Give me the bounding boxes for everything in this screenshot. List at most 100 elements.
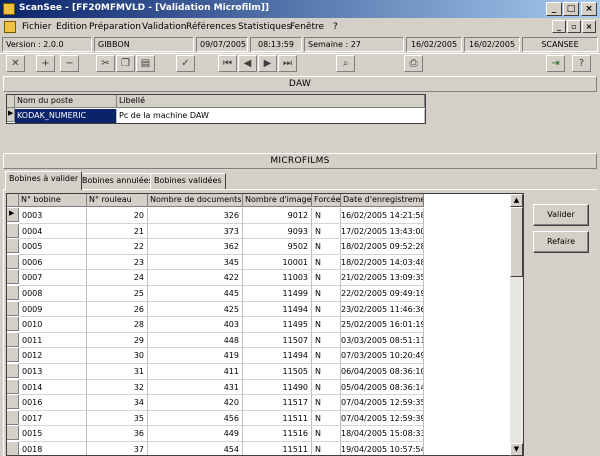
row-indicator[interactable] [7, 395, 19, 410]
table-cell[interactable]: 373 [148, 223, 243, 240]
table-cell[interactable]: 362 [148, 239, 243, 255]
row-indicator[interactable] [7, 364, 19, 378]
row-indicator[interactable] [7, 410, 19, 425]
tab-bobines-a-valider[interactable]: Bobines à valider [5, 171, 83, 190]
table-cell[interactable]: 9093 [243, 223, 312, 240]
scroll-down-icon[interactable]: ▼ [510, 443, 523, 456]
table-cell[interactable]: 456 [148, 410, 243, 427]
table-cell[interactable]: 0006 [19, 254, 87, 271]
table-cell[interactable]: 11494 [243, 301, 312, 318]
table-cell[interactable]: 0013 [19, 364, 87, 380]
prev-icon[interactable]: ◀ [238, 55, 257, 72]
scroll-thumb[interactable] [510, 207, 523, 277]
table-cell[interactable]: N [312, 442, 341, 455]
table-cell[interactable]: 0015 [19, 426, 87, 442]
table-cell[interactable]: 445 [148, 286, 243, 302]
row-indicator[interactable] [7, 223, 19, 238]
help-icon[interactable]: ? [572, 55, 591, 72]
table-cell[interactable]: 0012 [19, 348, 87, 364]
table-cell[interactable]: 403 [148, 317, 243, 333]
maximize-button[interactable]: □ [563, 2, 579, 16]
table-cell[interactable]: 21 [87, 223, 148, 240]
search-icon[interactable]: ⌕ [336, 55, 355, 72]
table-cell[interactable]: 19/04/2005 10:57:54 [341, 442, 424, 455]
table-cell[interactable]: 18/02/2005 14:03:48 [341, 254, 424, 271]
menu-fichier[interactable]: Fichier [22, 22, 51, 32]
mdi-minimize-button[interactable]: _ [552, 20, 566, 33]
add-icon[interactable]: + [36, 55, 55, 72]
row-indicator[interactable] [7, 332, 19, 347]
table-cell[interactable]: 18/02/2005 09:52:28 [341, 239, 424, 255]
table-cell[interactable]: 25/02/2005 16:01:19 [341, 317, 424, 333]
table-cell[interactable]: 07/04/2005 12:59:35 [341, 395, 424, 411]
row-indicator[interactable] [7, 239, 19, 254]
table-cell[interactable]: 31 [87, 364, 148, 380]
vertical-scrollbar[interactable]: ▲ ▼ [510, 194, 523, 456]
table-cell[interactable]: 411 [148, 364, 243, 380]
close-button[interactable]: × [581, 2, 597, 16]
table-cell[interactable]: 23 [87, 254, 148, 271]
table-cell[interactable]: 11516 [243, 426, 312, 442]
row-indicator[interactable] [7, 442, 19, 455]
row-indicator[interactable]: ▶ [7, 208, 19, 222]
table-cell[interactable]: 0007 [19, 270, 87, 286]
document-icon[interactable] [4, 21, 16, 33]
table-cell[interactable]: N [312, 364, 341, 380]
table-cell[interactable]: 32 [87, 379, 148, 396]
table-cell[interactable]: 37 [87, 442, 148, 455]
table-cell[interactable]: 11495 [243, 317, 312, 333]
check-icon[interactable]: ✓ [176, 55, 195, 72]
row-indicator[interactable] [7, 254, 19, 269]
remove-icon[interactable]: − [60, 55, 79, 72]
table-cell[interactable]: 0008 [19, 286, 87, 302]
table-cell[interactable]: 36 [87, 426, 148, 442]
menu-statistiques[interactable]: Statistiques [238, 22, 291, 32]
table-cell[interactable]: 11517 [243, 395, 312, 411]
column-header[interactable]: Nombre d'images [243, 194, 312, 207]
table-cell[interactable]: 05/04/2005 08:36:14 [341, 379, 424, 396]
column-header[interactable]: Nombre de documents [148, 194, 243, 207]
table-cell[interactable]: 10001 [243, 254, 312, 271]
table-cell[interactable]: N [312, 223, 341, 240]
table-cell[interactable]: N [312, 426, 341, 442]
table-cell[interactable]: 11499 [243, 286, 312, 302]
row-indicator[interactable] [7, 286, 19, 300]
first-icon[interactable]: ⏮ [218, 55, 237, 72]
table-cell[interactable]: KODAK_NUMERIC [15, 109, 117, 123]
table-cell[interactable]: 326 [148, 208, 243, 224]
scroll-up-icon[interactable]: ▲ [510, 194, 523, 207]
table-cell[interactable]: 11494 [243, 348, 312, 364]
table-cell[interactable]: 23/02/2005 11:46:36 [341, 301, 424, 318]
table-cell[interactable]: 35 [87, 410, 148, 427]
table-cell[interactable]: 24 [87, 270, 148, 286]
table-cell[interactable]: 06/04/2005 08:36:10 [341, 364, 424, 380]
menu-edition[interactable]: Edition [56, 22, 87, 32]
menu-help[interactable]: ? [333, 22, 338, 32]
table-cell[interactable]: 11490 [243, 379, 312, 396]
table-cell[interactable]: 07/03/2005 10:20:49 [341, 348, 424, 364]
table-cell[interactable]: 20 [87, 208, 148, 224]
table-cell[interactable]: N [312, 270, 341, 286]
table-cell[interactable]: 0009 [19, 301, 87, 318]
column-header[interactable]: Libellé [117, 95, 425, 108]
table-cell[interactable]: 26 [87, 301, 148, 318]
table-cell[interactable]: N [312, 379, 341, 396]
column-header[interactable]: Nom du poste [15, 95, 117, 108]
table-cell[interactable]: 18/04/2005 15:08:33 [341, 426, 424, 442]
last-icon[interactable]: ⏭ [278, 55, 297, 72]
menu-validation[interactable]: Validation [142, 22, 186, 32]
column-header[interactable]: N° bobine [19, 194, 87, 207]
table-cell[interactable]: 9012 [243, 208, 312, 224]
table-cell[interactable]: 11511 [243, 442, 312, 455]
row-indicator[interactable] [7, 270, 19, 285]
table-cell[interactable]: N [312, 254, 341, 271]
table-cell[interactable]: 454 [148, 442, 243, 455]
table-cell[interactable]: Pc de la machine DAW [117, 109, 425, 123]
table-cell[interactable]: N [312, 317, 341, 333]
table-cell[interactable]: 425 [148, 301, 243, 318]
table-cell[interactable]: 0005 [19, 239, 87, 255]
table-cell[interactable]: 0016 [19, 395, 87, 411]
table-cell[interactable]: 0004 [19, 223, 87, 240]
table-cell[interactable]: N [312, 301, 341, 318]
exit-icon[interactable]: ⇥ [546, 55, 565, 72]
